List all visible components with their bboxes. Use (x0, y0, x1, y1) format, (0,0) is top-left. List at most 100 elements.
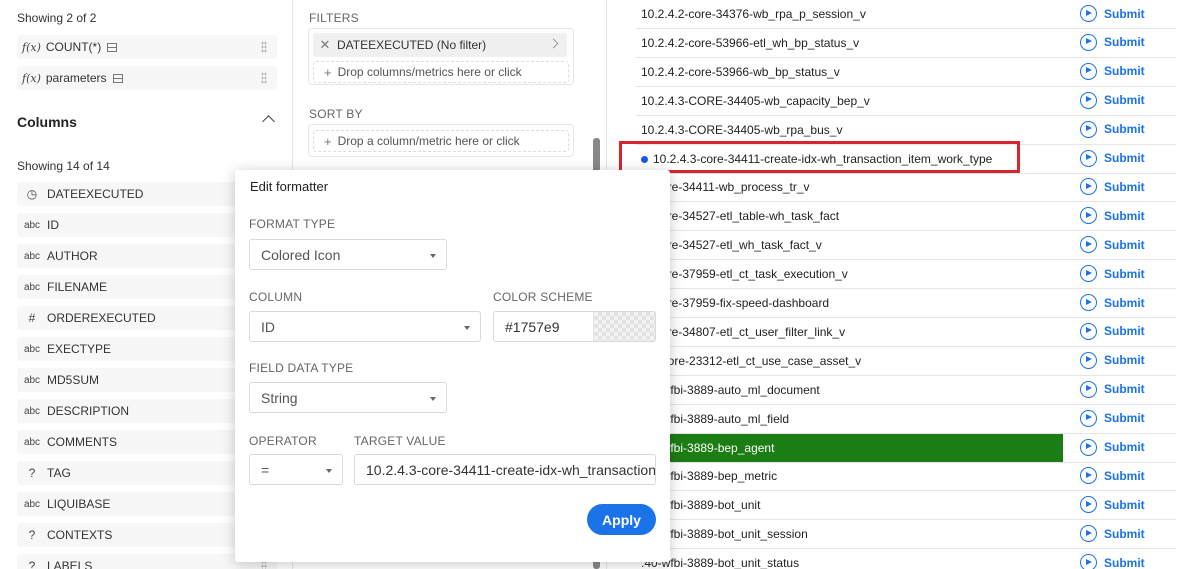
drag-handle-icon[interactable] (261, 41, 267, 53)
submit-button[interactable]: Submit (1080, 525, 1145, 543)
metric-item-count[interactable]: f(x) COUNT(*) (17, 35, 277, 59)
target-value-input[interactable]: 10.2.4.3-core-34411-create-idx-wh_transa… (354, 454, 656, 485)
table-row[interactable]: .40-wfbi-3889-auto_ml_document Submit (636, 376, 1176, 405)
color-value: #1757e9 (505, 318, 560, 335)
string-type-icon: abc (23, 343, 41, 355)
format-type-label: FORMAT TYPE (249, 217, 336, 231)
metric-label: COUNT(*) (45, 40, 102, 54)
sort-by-label: SORT BY (309, 107, 363, 121)
table-row[interactable]: .8-core-37959-fix-speed-dashboard Submit (636, 289, 1176, 318)
play-icon (1080, 438, 1097, 456)
column-label: LIQUIBASE (47, 497, 111, 511)
sort-by-drop-zone[interactable]: + Drop a column/metric here or click (313, 130, 569, 152)
submit-button[interactable]: Submit (1080, 236, 1145, 254)
play-icon (1080, 62, 1097, 80)
plus-icon: + (324, 133, 332, 149)
unknown-type-icon: ? (28, 559, 36, 569)
column-label: DESCRIPTION (47, 404, 130, 418)
submit-label: Submit (1104, 555, 1145, 569)
chevron-right-icon[interactable] (548, 38, 559, 49)
row-name: 10.2.4.2-core-34376-wb_rpa_p_session_v (641, 7, 866, 21)
table-row[interactable]: .3-core-34527-etl_wh_task_fact_v Submit (636, 231, 1176, 261)
metrics-count: Showing 2 of 2 (17, 11, 97, 25)
filter-chip-dateexecuted[interactable]: ✕ DATEEXECUTED (No filter) (313, 33, 567, 57)
submit-button[interactable]: Submit (1080, 207, 1145, 225)
row-name: .3-core-34527-etl_table-wh_task_fact (641, 209, 839, 223)
table-row[interactable]: .3-core-34411-wb_process_tr_v Submit (636, 173, 1176, 203)
table-row[interactable]: .40-wfbi-3889-bot_unit_session Submit (636, 520, 1176, 550)
submit-button[interactable]: Submit (1080, 91, 1145, 109)
submit-button[interactable]: Submit (1080, 380, 1145, 398)
string-type-icon: abc (23, 281, 41, 293)
table-row[interactable]: 10.2.4.2-core-53966-wb_bp_status_v Submit (636, 58, 1176, 87)
submit-button[interactable]: Submit (1080, 149, 1145, 167)
color-scheme-label: COLOR SCHEME (493, 290, 593, 304)
filters-drop-zone[interactable]: + Drop columns/metrics here or click (313, 61, 569, 83)
submit-button[interactable]: Submit (1080, 351, 1145, 369)
submit-button[interactable]: Submit (1080, 62, 1145, 80)
color-swatch[interactable] (593, 312, 655, 341)
row-name-text: .40-core-23312-etl_ct_use_case_asset_v (641, 353, 862, 368)
row-name: 10.2.4.2-core-53966-etl_wh_bp_status_v (641, 36, 859, 50)
submit-button[interactable]: Submit (1080, 265, 1145, 283)
table-row[interactable]: 10.2.4.3-CORE-34405-wb_capacity_bep_v Sub… (636, 87, 1176, 116)
submit-button[interactable]: Submit (1080, 5, 1145, 22)
submit-button[interactable]: Submit (1080, 33, 1145, 51)
submit-label: Submit (1104, 208, 1145, 223)
metric-label: parameters (45, 71, 107, 85)
column-value: ID (261, 318, 275, 335)
drag-handle-icon[interactable] (261, 72, 267, 84)
submit-button[interactable]: Submit (1080, 322, 1145, 340)
play-icon (1080, 178, 1097, 196)
submit-button[interactable]: Submit (1080, 409, 1145, 427)
table-row[interactable]: .40-wfbi-3889-bot_unit Submit (636, 491, 1176, 521)
submit-label: Submit (1104, 122, 1145, 137)
table-row[interactable]: .40-wfbi-3889-bot_unit_status Submit (636, 549, 1176, 569)
scrollbar-thumb[interactable] (593, 138, 600, 172)
play-icon (1080, 236, 1097, 254)
column-label: MD5SUM (47, 373, 100, 387)
table-row[interactable]: 10.2.4.2-core-34376-wb_rpa_p_session_v Su… (636, 0, 1176, 29)
apply-button[interactable]: Apply (587, 504, 656, 535)
submit-button[interactable]: Submit (1080, 467, 1145, 485)
metric-item-parameters[interactable]: f(x) parameters (17, 66, 277, 90)
table-row[interactable]: 10.2.4.2-core-53966-etl_wh_bp_status_v Su… (636, 29, 1176, 58)
table-row[interactable]: .40-core-23312-etl_ct_use_case_asset_v Su… (636, 347, 1176, 376)
column-label: COLUMN (249, 290, 303, 304)
operator-select[interactable]: = (249, 454, 343, 485)
field-data-type-value: String (261, 389, 298, 406)
submit-button[interactable]: Submit (1080, 120, 1145, 138)
submit-button[interactable]: Submit (1080, 496, 1145, 514)
column-select[interactable]: ID (249, 311, 481, 342)
submit-label: Submit (1104, 237, 1145, 252)
submit-label: Submit (1104, 382, 1145, 397)
table-icon (107, 42, 118, 52)
play-icon (1080, 5, 1097, 22)
play-icon (1080, 525, 1097, 543)
color-scheme-input[interactable]: #1757e9 (493, 311, 656, 342)
table-row[interactable]: .8-core-37959-etl_ct_task_execution_v Sub… (636, 260, 1176, 290)
table-row[interactable]: .40-wfbi-3889-bep_agent Submit (636, 433, 1176, 463)
play-icon (1080, 149, 1097, 167)
chevron-up-icon[interactable] (262, 115, 275, 128)
table-row[interactable]: .40-wfbi-3889-bep_metric Submit (636, 462, 1176, 492)
field-data-type-select[interactable]: String (249, 382, 447, 413)
close-icon[interactable]: ✕ (313, 37, 337, 53)
results-table: 10.2.4.2-core-34376-wb_rpa_p_session_v Su… (636, 0, 1182, 569)
submit-button[interactable]: Submit (1080, 178, 1145, 196)
format-type-value: Colored Icon (261, 246, 341, 263)
submit-button[interactable]: Submit (1080, 438, 1145, 456)
submit-label: Submit (1104, 266, 1145, 281)
caret-down-icon (464, 326, 470, 330)
table-row[interactable]: .40-wfbi-3889-auto_ml_field Submit (636, 405, 1176, 434)
table-row[interactable]: .3-core-34527-etl_table-wh_task_fact Subm… (636, 202, 1176, 232)
format-type-select[interactable]: Colored Icon (249, 239, 447, 270)
submit-button[interactable]: Submit (1080, 294, 1145, 311)
string-type-icon: abc (23, 374, 41, 386)
string-type-icon: abc (23, 250, 41, 262)
row-name-text: 10.2.4.2-core-53966-etl_wh_bp_status_v (641, 35, 860, 50)
submit-button[interactable]: Submit (1080, 554, 1145, 569)
target-value: 10.2.4.3-core-34411-create-idx-wh_transa… (366, 461, 656, 478)
column-label: ORDEREXECUTED (47, 311, 156, 325)
table-row[interactable]: .1-core-34807-etl_ct_user_filter_link_v S… (636, 318, 1176, 347)
